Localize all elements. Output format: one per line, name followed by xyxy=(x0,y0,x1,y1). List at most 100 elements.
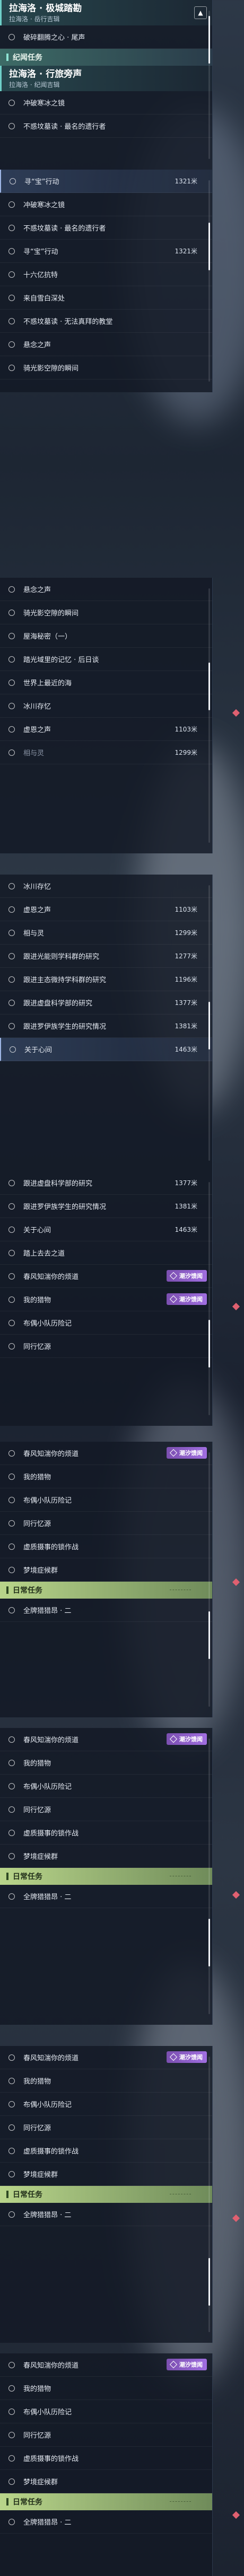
quest-row[interactable]: 屋海秘密（一） xyxy=(0,624,212,648)
scrollbar[interactable] xyxy=(208,180,210,382)
tide-event-badge: 潮汐馈闻 xyxy=(167,2051,207,2063)
scrollbar[interactable] xyxy=(208,1452,210,1707)
tide-event-badge: 潮汐馈闻 xyxy=(167,1447,207,1459)
quest-region-header[interactable]: 拉海洛 · 行旅旁声 拉海洛 · 纪闻吉辑 xyxy=(0,66,212,91)
quest-row[interactable]: 踏光域里的记忆 · 后日谈 xyxy=(0,648,212,671)
quest-panel: 冰川存忆 虚恩之声 1103米 相与灵 1299米 跟进光能则学科群的研究 1277米… xyxy=(0,875,213,1171)
quest-row[interactable]: 虚质摄事的锁作战 xyxy=(0,2447,212,2470)
quest-row[interactable]: 骑光影空隙的瞬间 xyxy=(0,601,212,624)
quest-row[interactable]: 不惑坟墓读 · 最名的遗行者 xyxy=(0,216,212,240)
quest-row[interactable]: 冲破寒冰之镜 xyxy=(0,193,212,216)
quest-row[interactable]: 悬念之声 xyxy=(0,333,212,356)
quest-row[interactable]: 布偶小队历险记 xyxy=(0,1775,212,1798)
quest-status-icon xyxy=(10,178,16,184)
daily-task-header[interactable]: 日常任务 xyxy=(0,2493,212,2510)
map-marker-icon[interactable] xyxy=(232,709,240,717)
quest-row[interactable]: 我的猎物 xyxy=(0,1465,212,1488)
quest-row[interactable]: 跟进罗伊族学生的研究情况 1381米 xyxy=(0,1195,212,1218)
region-subtitle: 拉海洛 · 岳行吉辑 xyxy=(9,15,60,23)
map-marker-icon[interactable] xyxy=(232,1891,240,1899)
quest-row[interactable]: 布偶小队历险记 xyxy=(0,2093,212,2116)
tide-diamond-icon xyxy=(169,1272,178,1280)
quest-row[interactable]: 春风知湍你的烦道 潮汐馈闻 xyxy=(0,2046,212,2069)
quest-row[interactable]: 梦境症候群 xyxy=(0,1558,212,1582)
quest-row[interactable]: 同行忆源 xyxy=(0,2116,212,2139)
quest-row[interactable]: 相与灵 1299米 xyxy=(0,921,212,945)
quest-row[interactable]: 布偶小队历险记 xyxy=(0,2400,212,2423)
quest-row[interactable]: 跟进虚盘科学部的研究 1377米 xyxy=(0,991,212,1014)
daily-task-header[interactable]: 日常任务 xyxy=(0,1868,212,1885)
quest-row[interactable]: 跟进罗伊族学生的研究情况 1381米 xyxy=(0,1014,212,1038)
quest-row[interactable]: 我的猎物 潮汐馈闻 xyxy=(0,1288,212,1311)
quest-status-icon xyxy=(8,33,15,40)
quest-row[interactable]: 寻“宝”行动 1321米 xyxy=(0,240,212,263)
chevron-up-icon[interactable]: ▲ xyxy=(194,6,207,19)
scrollbar[interactable] xyxy=(208,1739,210,2014)
map-marker-icon[interactable] xyxy=(232,1302,240,1311)
tide-event-badge: 潮汐馈闻 xyxy=(167,1270,207,1282)
quest-row[interactable]: 春风知湍你的烦道 潮汐馈闻 xyxy=(0,1442,212,1465)
quest-row[interactable]: 布偶小队历险记 xyxy=(0,1311,212,1335)
quest-row[interactable]: 春风知湍你的烦道 潮汐馈闻 xyxy=(0,2353,212,2377)
quest-row[interactable]: 虚质摄事的锁作战 xyxy=(0,2139,212,2163)
quest-panel: 寻“宝”行动 1321米 冲破寒冰之镜 不惑坟墓读 · 最名的遗行者 寻“宝”行动… xyxy=(0,170,213,392)
category-header[interactable]: 纪闻任务 xyxy=(0,49,212,66)
quest-row[interactable]: 同行忆源 xyxy=(0,1335,212,1358)
daily-task-header[interactable]: 日常任务 xyxy=(0,2186,212,2203)
quest-row[interactable]: 不惑坟墓读 · 无法真拜的教堂 xyxy=(0,310,212,333)
quest-region-header[interactable]: 拉海洛 · 极城踏勘 拉海洛 · 岳行吉辑 ▲ xyxy=(0,0,212,25)
quest-row[interactable]: 全牌猎猎昂 · 二 xyxy=(0,2203,212,2226)
quest-row[interactable]: 不惑坟墓读 · 最名的遗行者 xyxy=(0,114,212,138)
quest-row[interactable]: 相与灵 1299米 xyxy=(0,741,212,764)
quest-row[interactable]: 我的猎物 xyxy=(0,2069,212,2093)
quest-row[interactable]: 虚恩之声 1103米 xyxy=(0,718,212,741)
quest-row[interactable]: 同行忆源 xyxy=(0,1512,212,1535)
quest-row-selected[interactable]: 关于心间 1463米 xyxy=(0,1038,212,1061)
quest-row[interactable]: 踏上去去之道 xyxy=(0,1241,212,1265)
quest-row[interactable]: 梦境症候群 xyxy=(0,2470,212,2493)
quest-row[interactable]: 全牌猎猎昂 · 二 xyxy=(0,1885,212,1908)
quest-row[interactable]: 布偶小队历险记 xyxy=(0,1488,212,1512)
quest-row[interactable]: 虚恩之声 1103米 xyxy=(0,898,212,921)
quest-row[interactable]: 梦境症候群 xyxy=(0,1845,212,1868)
quest-row[interactable]: 十六亿抗特 xyxy=(0,263,212,286)
quest-row[interactable]: 跟进光能则学科群的研究 1277米 xyxy=(0,945,212,968)
quest-row[interactable]: 春风知湍你的烦道 潮汐馈闻 xyxy=(0,1265,212,1288)
daily-task-header[interactable]: 日常任务 xyxy=(0,1582,212,1599)
quest-row[interactable]: 同行忆源 xyxy=(0,1798,212,1821)
quest-row[interactable]: 冰川存忆 xyxy=(0,694,212,718)
quest-row[interactable]: 跟进虚盘科学部的研究 1377米 xyxy=(0,1171,212,1195)
quest-row[interactable]: 同行忆源 xyxy=(0,2423,212,2447)
scrollbar[interactable] xyxy=(208,1182,210,1415)
quest-row[interactable]: 我的猎物 xyxy=(0,2377,212,2400)
quest-row[interactable]: 虚质摄事的锁作战 xyxy=(0,1821,212,1845)
quest-row[interactable]: 世界上最近的海 xyxy=(0,671,212,694)
quest-row[interactable]: 跟进主态微持学科群的研究 1196米 xyxy=(0,968,212,991)
quest-row[interactable]: 全牌猎猎昂 · 二 xyxy=(0,2510,212,2534)
quest-row-selected[interactable]: 寻“宝”行动 1321米 xyxy=(0,170,212,193)
quest-row[interactable]: 骑光影空隙的瞬间 xyxy=(0,356,212,380)
quest-row[interactable]: 破碎翻腾之心 · 尾声 xyxy=(0,25,212,49)
quest-row[interactable]: 我的猎物 xyxy=(0,1751,212,1775)
scrollbar[interactable] xyxy=(208,588,210,843)
scrollbar[interactable] xyxy=(208,885,210,1161)
quest-row[interactable]: 梦境症候群 xyxy=(0,2163,212,2186)
quest-row[interactable]: 关于心间 1463米 xyxy=(0,1218,212,1241)
map-marker-icon[interactable] xyxy=(232,1578,240,1586)
quest-panel: 春风知湍你的烦道 潮汐馈闻 我的猎物 布偶小队历险记 同行忆源 虚质摄事的锁作战… xyxy=(0,2353,213,2576)
quest-row[interactable]: 春风知湍你的烦道 潮汐馈闻 xyxy=(0,1728,212,1751)
quest-panel: 春风知湍你的烦道 潮汐馈闻 我的猎物 布偶小队历险记 同行忆源 虚质摄事的锁作战… xyxy=(0,2046,213,2343)
quest-panel: 跟进虚盘科学部的研究 1377米 跟进罗伊族学生的研究情况 1381米 关于心间 14… xyxy=(0,1171,213,1426)
scrollbar[interactable] xyxy=(208,2057,210,2332)
quest-row[interactable]: 虚质摄事的锁作战 xyxy=(0,1535,212,1558)
quest-row[interactable]: 悬念之声 xyxy=(0,578,212,601)
quest-row[interactable]: 冲破寒冰之镜 xyxy=(0,91,212,114)
quest-row[interactable]: 来自雪白深处 xyxy=(0,286,212,310)
scrollbar[interactable] xyxy=(208,11,210,159)
quest-row[interactable]: 冰川存忆 xyxy=(0,875,212,898)
map-marker-icon[interactable] xyxy=(232,2511,240,2519)
map-marker-icon[interactable] xyxy=(232,2214,240,2222)
quest-row[interactable]: 全牌猎猎昂 · 二 xyxy=(0,1599,212,1622)
quest-status-icon xyxy=(8,122,15,129)
quest-panel: 春风知湍你的烦道 潮汐馈闻 我的猎物 布偶小队历险记 同行忆源 虚质摄事的锁作战… xyxy=(0,1442,213,1717)
